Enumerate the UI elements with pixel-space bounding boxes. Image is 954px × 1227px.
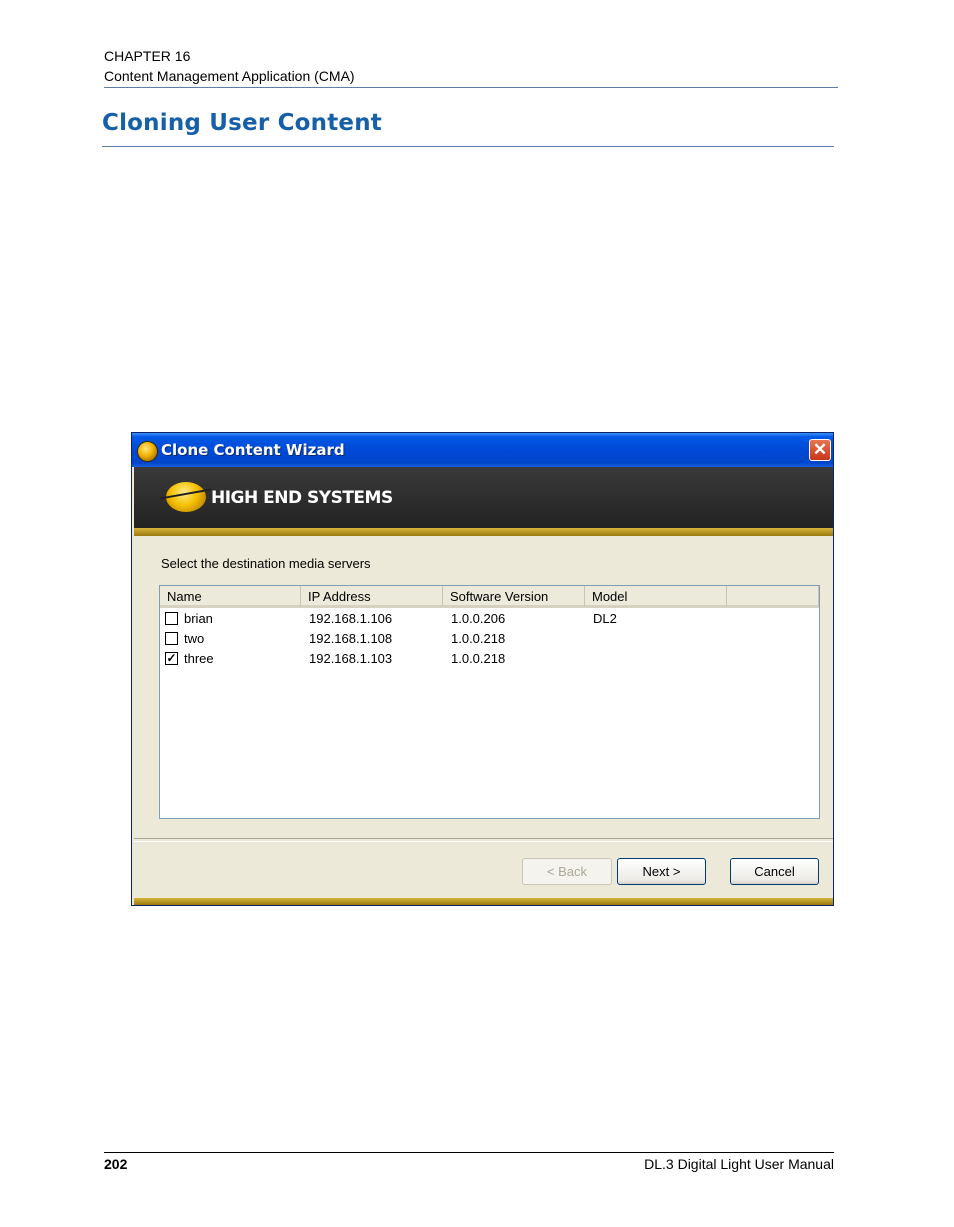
server-model: DL2 [593,611,617,626]
brand-name: HIGH END SYSTEMS [211,488,393,508]
manual-name: DL.3 Digital Light User Manual [644,1156,834,1172]
list-header: Name IP Address Software Version Model [160,586,819,608]
close-button[interactable]: ✕ [809,439,831,461]
dialog-title: Clone Content Wizard [161,441,345,459]
brand-banner: HIGH END SYSTEMS [134,467,833,529]
checkbox-checked[interactable]: ✓ [165,652,178,665]
dialog-titlebar[interactable]: Clone Content Wizard ✕ [132,433,833,467]
back-button[interactable]: < Back [522,858,612,885]
server-name: three [184,651,214,666]
column-header-model[interactable]: Model [585,586,727,607]
server-ip: 192.168.1.103 [309,651,393,666]
close-icon: ✕ [812,440,828,459]
table-row[interactable]: ✓ three 192.168.1.103 1.0.0.218 [160,649,819,669]
column-header-empty [727,586,819,607]
media-server-list[interactable]: Name IP Address Software Version Model b… [159,585,820,819]
hes-logo-icon [137,441,158,462]
checkbox[interactable] [165,632,178,645]
table-row[interactable]: two 192.168.1.108 1.0.0.218 [160,629,819,649]
header-divider [104,87,838,88]
next-button[interactable]: Next > [617,858,706,885]
column-header-name[interactable]: Name [160,586,301,607]
cancel-button[interactable]: Cancel [730,858,819,885]
column-header-ip[interactable]: IP Address [301,586,443,607]
button-separator [134,838,833,842]
table-row[interactable]: brian 192.168.1.106 1.0.0.206 DL2 [160,609,819,629]
section-divider [102,146,834,147]
footer-divider [104,1152,834,1153]
section-title: Cloning User Content [102,110,382,136]
instruction-text: Select the destination media servers [161,556,371,571]
server-name: two [184,631,205,646]
bottom-stripe [134,898,833,905]
clone-content-wizard-dialog: Clone Content Wizard ✕ HIGH END SYSTEMS … [131,432,834,906]
chapter-label: CHAPTER 16 [104,48,191,64]
checkbox[interactable] [165,612,178,625]
server-version: 1.0.0.218 [451,651,506,666]
server-version: 1.0.0.218 [451,631,506,646]
checkmark-icon: ✓ [166,651,177,665]
chapter-title: Content Management Application (CMA) [104,68,355,84]
server-ip: 192.168.1.106 [309,611,393,626]
column-header-version[interactable]: Software Version [443,586,585,607]
banner-stripe [134,528,833,536]
server-name: brian [184,611,213,626]
page-number: 202 [104,1156,128,1172]
server-version: 1.0.0.206 [451,611,506,626]
server-ip: 192.168.1.108 [309,631,393,646]
